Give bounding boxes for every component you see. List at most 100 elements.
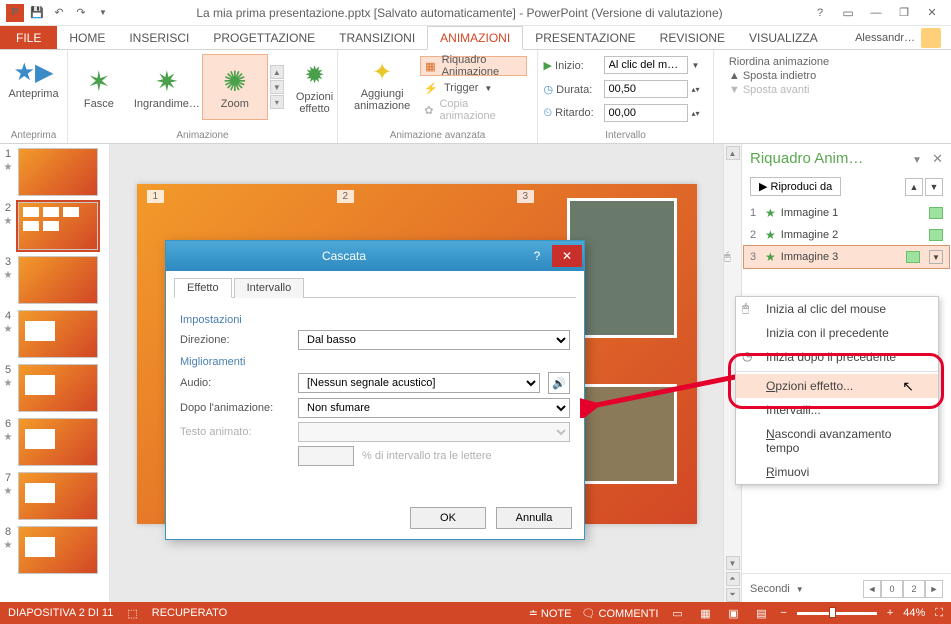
anim-zoom[interactable]: ✺Zoom	[202, 54, 268, 120]
delay-value[interactable]	[604, 104, 688, 122]
ctx-start-with-previous[interactable]: Inizia con il precedente	[736, 321, 938, 345]
ctx-effect-options[interactable]: Opzioni effetto... ↖	[736, 374, 938, 398]
entry-dropdown-icon[interactable]: ▼	[929, 250, 943, 264]
thumbnail-6[interactable]	[18, 418, 98, 466]
group-advanced-label: Animazione avanzata	[390, 130, 486, 141]
animation-painter-button[interactable]: ✿Copia animazione	[420, 100, 527, 120]
dialog-titlebar[interactable]: Cascata ? ✕	[166, 241, 584, 271]
animation-pane-button[interactable]: ▦Riquadro Animazione	[420, 56, 527, 76]
anim-entry-2[interactable]: 2★Immagine 2	[744, 224, 949, 246]
anim-entry-1[interactable]: 1★Immagine 1	[744, 202, 949, 224]
file-tab[interactable]: FILE	[0, 26, 57, 49]
restore-icon[interactable]: ❐	[893, 3, 915, 23]
minimize-icon[interactable]: —	[865, 3, 887, 23]
comments-button[interactable]: 🗨 COMMENTI	[581, 607, 658, 620]
fit-window-icon[interactable]: ⛶	[935, 607, 943, 620]
sound-test-icon[interactable]: 🔊	[548, 372, 570, 394]
reading-view-icon[interactable]: ▣	[724, 606, 742, 620]
ctx-hide-timeline[interactable]: Nascondi avanzamento tempo	[736, 422, 938, 460]
thumbnail-8[interactable]	[18, 526, 98, 574]
zoom-slider[interactable]	[797, 612, 877, 615]
thumbnail-7[interactable]	[18, 472, 98, 520]
anim-entry-3[interactable]: 🖱 3★Immagine 3 ▼	[744, 246, 949, 268]
audio-select[interactable]: [Nessun segnale acustico]	[298, 373, 540, 393]
thumbnail-4[interactable]	[18, 310, 98, 358]
reorder-up-icon[interactable]: ▲	[905, 178, 923, 196]
cancel-button[interactable]: Annulla	[496, 507, 572, 529]
next-slide-icon[interactable]: ⏷	[726, 588, 740, 602]
direction-select[interactable]: Dal basso	[298, 330, 570, 350]
tab-design[interactable]: PROGETTAZIONE	[201, 26, 327, 49]
dialog-tab-intervallo[interactable]: Intervallo	[234, 278, 305, 298]
close-icon[interactable]: ✕	[921, 3, 943, 23]
ok-button[interactable]: OK	[410, 507, 486, 529]
move-later-button[interactable]: ▼ Sposta avanti	[729, 84, 829, 96]
notes-button[interactable]: ≐ NOTE	[529, 607, 572, 620]
pane-close-icon[interactable]: ✕	[932, 151, 943, 166]
tab-view[interactable]: VISUALIZZA	[737, 26, 830, 49]
prev-slide-icon[interactable]: ⏶	[726, 572, 740, 586]
tab-animations[interactable]: ANIMAZIONI	[427, 26, 523, 50]
preview-button[interactable]: ★▶ Anteprima	[2, 54, 64, 102]
ribbon-toggle-icon[interactable]: ▭	[837, 3, 859, 23]
ctx-start-after-previous[interactable]: ◷Inizia dopo il precedente	[736, 345, 938, 369]
help-icon[interactable]: ?	[809, 3, 831, 23]
zoom-in-icon[interactable]: +	[887, 607, 893, 619]
scroll-up-icon[interactable]: ▲	[726, 146, 740, 160]
thumbnail-5[interactable]	[18, 364, 98, 412]
effect-options-button[interactable]: ✹ Opzioni effetto	[290, 57, 339, 117]
tab-insert[interactable]: INSERISCI	[117, 26, 201, 49]
zoom-value[interactable]: 44%	[903, 607, 925, 619]
thumbnail-2[interactable]	[18, 202, 98, 250]
ctx-remove[interactable]: Rimuovi	[736, 460, 938, 484]
slide-thumbnails[interactable]: 1★ 2★ 3★ 4★ 5★ 6★ 7★ 8★	[0, 144, 110, 604]
thumbnail-1[interactable]	[18, 148, 98, 196]
account-picture	[921, 28, 941, 48]
gallery-up-icon[interactable]: ▲	[270, 65, 284, 79]
dialog-help-icon[interactable]: ?	[522, 245, 552, 267]
duration-spin-icon[interactable]: ▴▾	[692, 85, 708, 94]
move-earlier-button[interactable]: ▲ Sposta indietro	[729, 70, 829, 82]
qat-dropdown-icon[interactable]: ▼	[94, 4, 112, 22]
sorter-view-icon[interactable]: ▦	[696, 606, 714, 620]
trigger-button[interactable]: ⚡Trigger▼	[420, 78, 527, 98]
animation-context-menu: 🖱Inizia al clic del mouse Inizia con il …	[735, 296, 939, 485]
reorder-down-icon[interactable]: ▼	[925, 178, 943, 196]
after-select[interactable]: Non sfumare	[298, 398, 570, 418]
normal-view-icon[interactable]: ▭	[668, 606, 686, 620]
zoom-out-icon[interactable]: −	[780, 607, 786, 619]
account-menu[interactable]: Alessandr…	[845, 26, 951, 49]
spellcheck-icon[interactable]: ⬚	[127, 607, 137, 620]
save-icon[interactable]: 💾	[28, 4, 46, 22]
undo-icon[interactable]: ↶	[50, 4, 68, 22]
thumbnail-3[interactable]	[18, 256, 98, 304]
dialog-close-icon[interactable]: ✕	[552, 245, 582, 267]
tab-review[interactable]: REVISIONE	[648, 26, 737, 49]
anim-fasce[interactable]: ✶Fasce	[66, 54, 132, 120]
delay-spin-icon[interactable]: ▴▾	[692, 109, 708, 118]
tab-home[interactable]: HOME	[57, 26, 117, 49]
status-bar: DIAPOSITIVA 2 DI 11 ⬚ RECUPERATO ≐ NOTE …	[0, 602, 951, 624]
ctx-timing[interactable]: Intervalli...	[736, 398, 938, 422]
redo-icon[interactable]: ↷	[72, 4, 90, 22]
ctx-start-on-click[interactable]: 🖱Inizia al clic del mouse	[736, 297, 938, 321]
add-animation-button[interactable]: ✦ Aggiungi animazione	[348, 54, 416, 122]
duration-value[interactable]	[604, 80, 688, 98]
tab-transitions[interactable]: TRANSIZIONI	[327, 26, 427, 49]
timeline-next-icon[interactable]: ►	[925, 580, 943, 598]
anim-ingrandimento[interactable]: ✷Ingrandime…	[134, 54, 200, 120]
start-value[interactable]	[604, 56, 688, 74]
recovered-label: RECUPERATO	[152, 607, 227, 619]
gallery-down-icon[interactable]: ▼	[270, 80, 284, 94]
dialog-tab-effetto[interactable]: Effetto	[174, 278, 232, 298]
play-from-button[interactable]: ▶ Riproduci da	[750, 177, 841, 196]
slideshow-view-icon[interactable]: ▤	[752, 606, 770, 620]
slide-counter: DIAPOSITIVA 2 DI 11	[8, 607, 113, 619]
scroll-down-icon[interactable]: ▼	[726, 556, 740, 570]
start-dd-icon[interactable]: ▼	[692, 61, 708, 70]
tab-slideshow[interactable]: PRESENTAZIONE	[523, 26, 647, 49]
animation-pane-title: Riquadro Anim…	[750, 150, 863, 167]
pane-dropdown-icon[interactable]: ▼	[912, 155, 922, 166]
timeline-prev-icon[interactable]: ◄	[863, 580, 881, 598]
gallery-more-icon[interactable]: ▾	[270, 95, 284, 109]
